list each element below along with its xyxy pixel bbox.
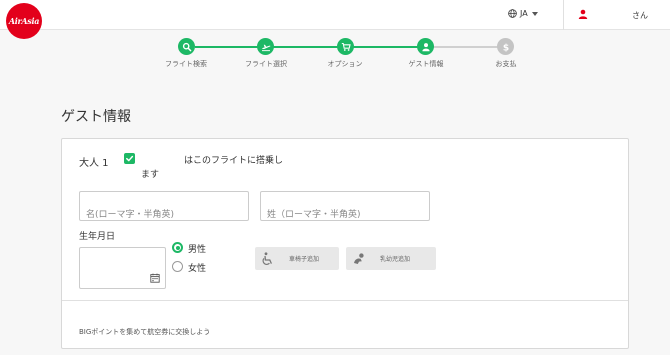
language-code: JA — [520, 9, 528, 18]
page-title: ゲスト情報 — [61, 109, 131, 125]
globe-icon — [508, 9, 517, 18]
dob-field[interactable] — [79, 247, 166, 289]
dollar-icon: $ — [502, 43, 508, 52]
step-label-flight-select: フライト選択 — [245, 60, 287, 68]
step-search — [178, 38, 195, 55]
cart-icon — [341, 42, 351, 51]
logo-text: AirAsia — [8, 16, 40, 26]
step-options — [337, 38, 354, 55]
infant-travel-checkbox[interactable] — [124, 153, 135, 164]
add-wheelchair-label: 車椅子追加 — [289, 256, 320, 263]
wheelchair-icon — [262, 251, 272, 265]
stepper-line-complete — [195, 46, 426, 48]
step-payment: $ — [497, 38, 514, 55]
person-icon — [421, 42, 430, 51]
step-label-search: フライト検索 — [165, 60, 207, 68]
top-header: AirAsia JA さん — [0, 0, 670, 39]
last-name-field[interactable]: 姓（ローマ字・半角英) — [260, 191, 430, 221]
step-label-payment: お支払 — [495, 60, 517, 68]
user-icon[interactable] — [578, 9, 588, 19]
big-points-text: BIGポイントを集めて航空券に交換しよう — [79, 328, 211, 336]
chevron-down-icon — [531, 11, 538, 16]
add-wheelchair-button[interactable]: 車椅子追加 — [255, 247, 339, 270]
airasia-logo[interactable]: AirAsia — [6, 3, 42, 39]
airplane-icon — [261, 44, 270, 51]
gender-female-label[interactable]: 女性 — [188, 261, 206, 274]
infant-checkbox-label: はこのフライトに搭乗し — [184, 156, 284, 166]
search-icon — [182, 42, 191, 51]
language-selector[interactable]: JA — [508, 9, 538, 18]
first-name-placeholder: 名(ローマ字・半角英) — [86, 210, 175, 220]
user-name[interactable]: さん — [632, 10, 648, 21]
stepper-line-remaining — [426, 46, 506, 48]
gender-male-label[interactable]: 男性 — [188, 242, 206, 255]
last-name-placeholder: 姓（ローマ字・半角英) — [267, 210, 361, 220]
card-divider — [62, 300, 628, 301]
checkmark-icon — [126, 155, 134, 162]
infant-checkbox-label-cont: ます — [141, 170, 160, 180]
header-divider — [563, 0, 564, 30]
step-flight-select — [257, 38, 274, 55]
svg-text:$: $ — [502, 43, 508, 52]
gender-female-radio[interactable] — [172, 261, 183, 272]
add-infant-button[interactable]: 乳幼児追加 — [346, 247, 436, 270]
calendar-icon[interactable] — [150, 273, 160, 283]
first-name-field[interactable]: 名(ローマ字・半角英) — [79, 191, 249, 221]
step-label-guest-info: ゲスト情報 — [408, 60, 444, 68]
baby-icon — [354, 252, 364, 264]
guest-form-card: 大人 1 はこのフライトに搭乗し ます 名(ローマ字・半角英) 姓（ローマ字・半… — [61, 138, 629, 349]
step-guest-info — [417, 38, 434, 55]
step-label-options: オプション — [327, 60, 363, 68]
dob-label: 生年月日 — [79, 232, 116, 242]
add-infant-label: 乳幼児追加 — [380, 256, 411, 263]
gender-male-radio[interactable] — [172, 242, 183, 253]
guest-type-label: 大人 1 — [79, 158, 109, 169]
